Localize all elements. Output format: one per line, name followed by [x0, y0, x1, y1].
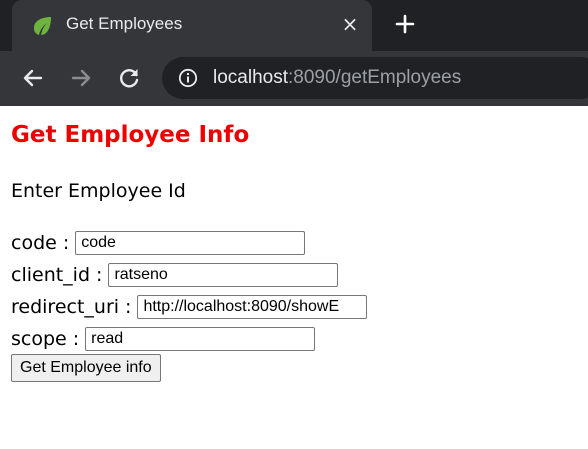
- url-host: localhost: [213, 67, 288, 88]
- redirect-uri-row: redirect_uri :: [11, 292, 368, 322]
- back-arrow-icon[interactable]: [20, 65, 46, 91]
- page-content: Get Employee Info Enter Employee Id code…: [0, 106, 588, 449]
- redirect-uri-separator: :: [125, 296, 132, 318]
- url-text[interactable]: localhost:8090/getEmployees: [213, 67, 461, 89]
- browser-tab[interactable]: Get Employees ×: [12, 0, 372, 51]
- close-icon[interactable]: ×: [339, 13, 361, 35]
- scope-separator: :: [72, 328, 80, 350]
- client-id-input[interactable]: [108, 263, 339, 287]
- get-employee-info-button[interactable]: Get Employee info: [11, 354, 161, 382]
- url-path: :8090/getEmployees: [288, 67, 462, 88]
- client-id-label: client_id: [11, 264, 91, 286]
- tab-strip: Get Employees ×: [0, 0, 588, 51]
- address-bar[interactable]: localhost:8090/getEmployees: [162, 57, 588, 99]
- redirect-uri-label: redirect_uri: [11, 296, 120, 318]
- code-input[interactable]: [75, 231, 306, 255]
- tab-title: Get Employees: [66, 14, 183, 33]
- browser-toolbar: localhost:8090/getEmployees: [0, 51, 588, 106]
- scope-row: scope :: [11, 324, 316, 354]
- scope-label: scope: [11, 328, 67, 350]
- spring-leaf-icon: [34, 17, 51, 35]
- code-label: code: [11, 232, 57, 254]
- code-separator: :: [62, 232, 70, 254]
- redirect-uri-input[interactable]: [137, 295, 368, 319]
- info-icon[interactable]: [178, 68, 198, 88]
- plus-icon[interactable]: [393, 12, 417, 36]
- forward-arrow-icon[interactable]: [68, 65, 94, 91]
- page-subtitle: Enter Employee Id: [11, 180, 186, 202]
- client-id-separator: :: [96, 264, 103, 286]
- page-title: Get Employee Info: [11, 122, 250, 148]
- scope-input[interactable]: [85, 327, 316, 351]
- code-row: code :: [11, 228, 306, 258]
- reload-icon[interactable]: [116, 65, 142, 91]
- client-id-row: client_id :: [11, 260, 339, 290]
